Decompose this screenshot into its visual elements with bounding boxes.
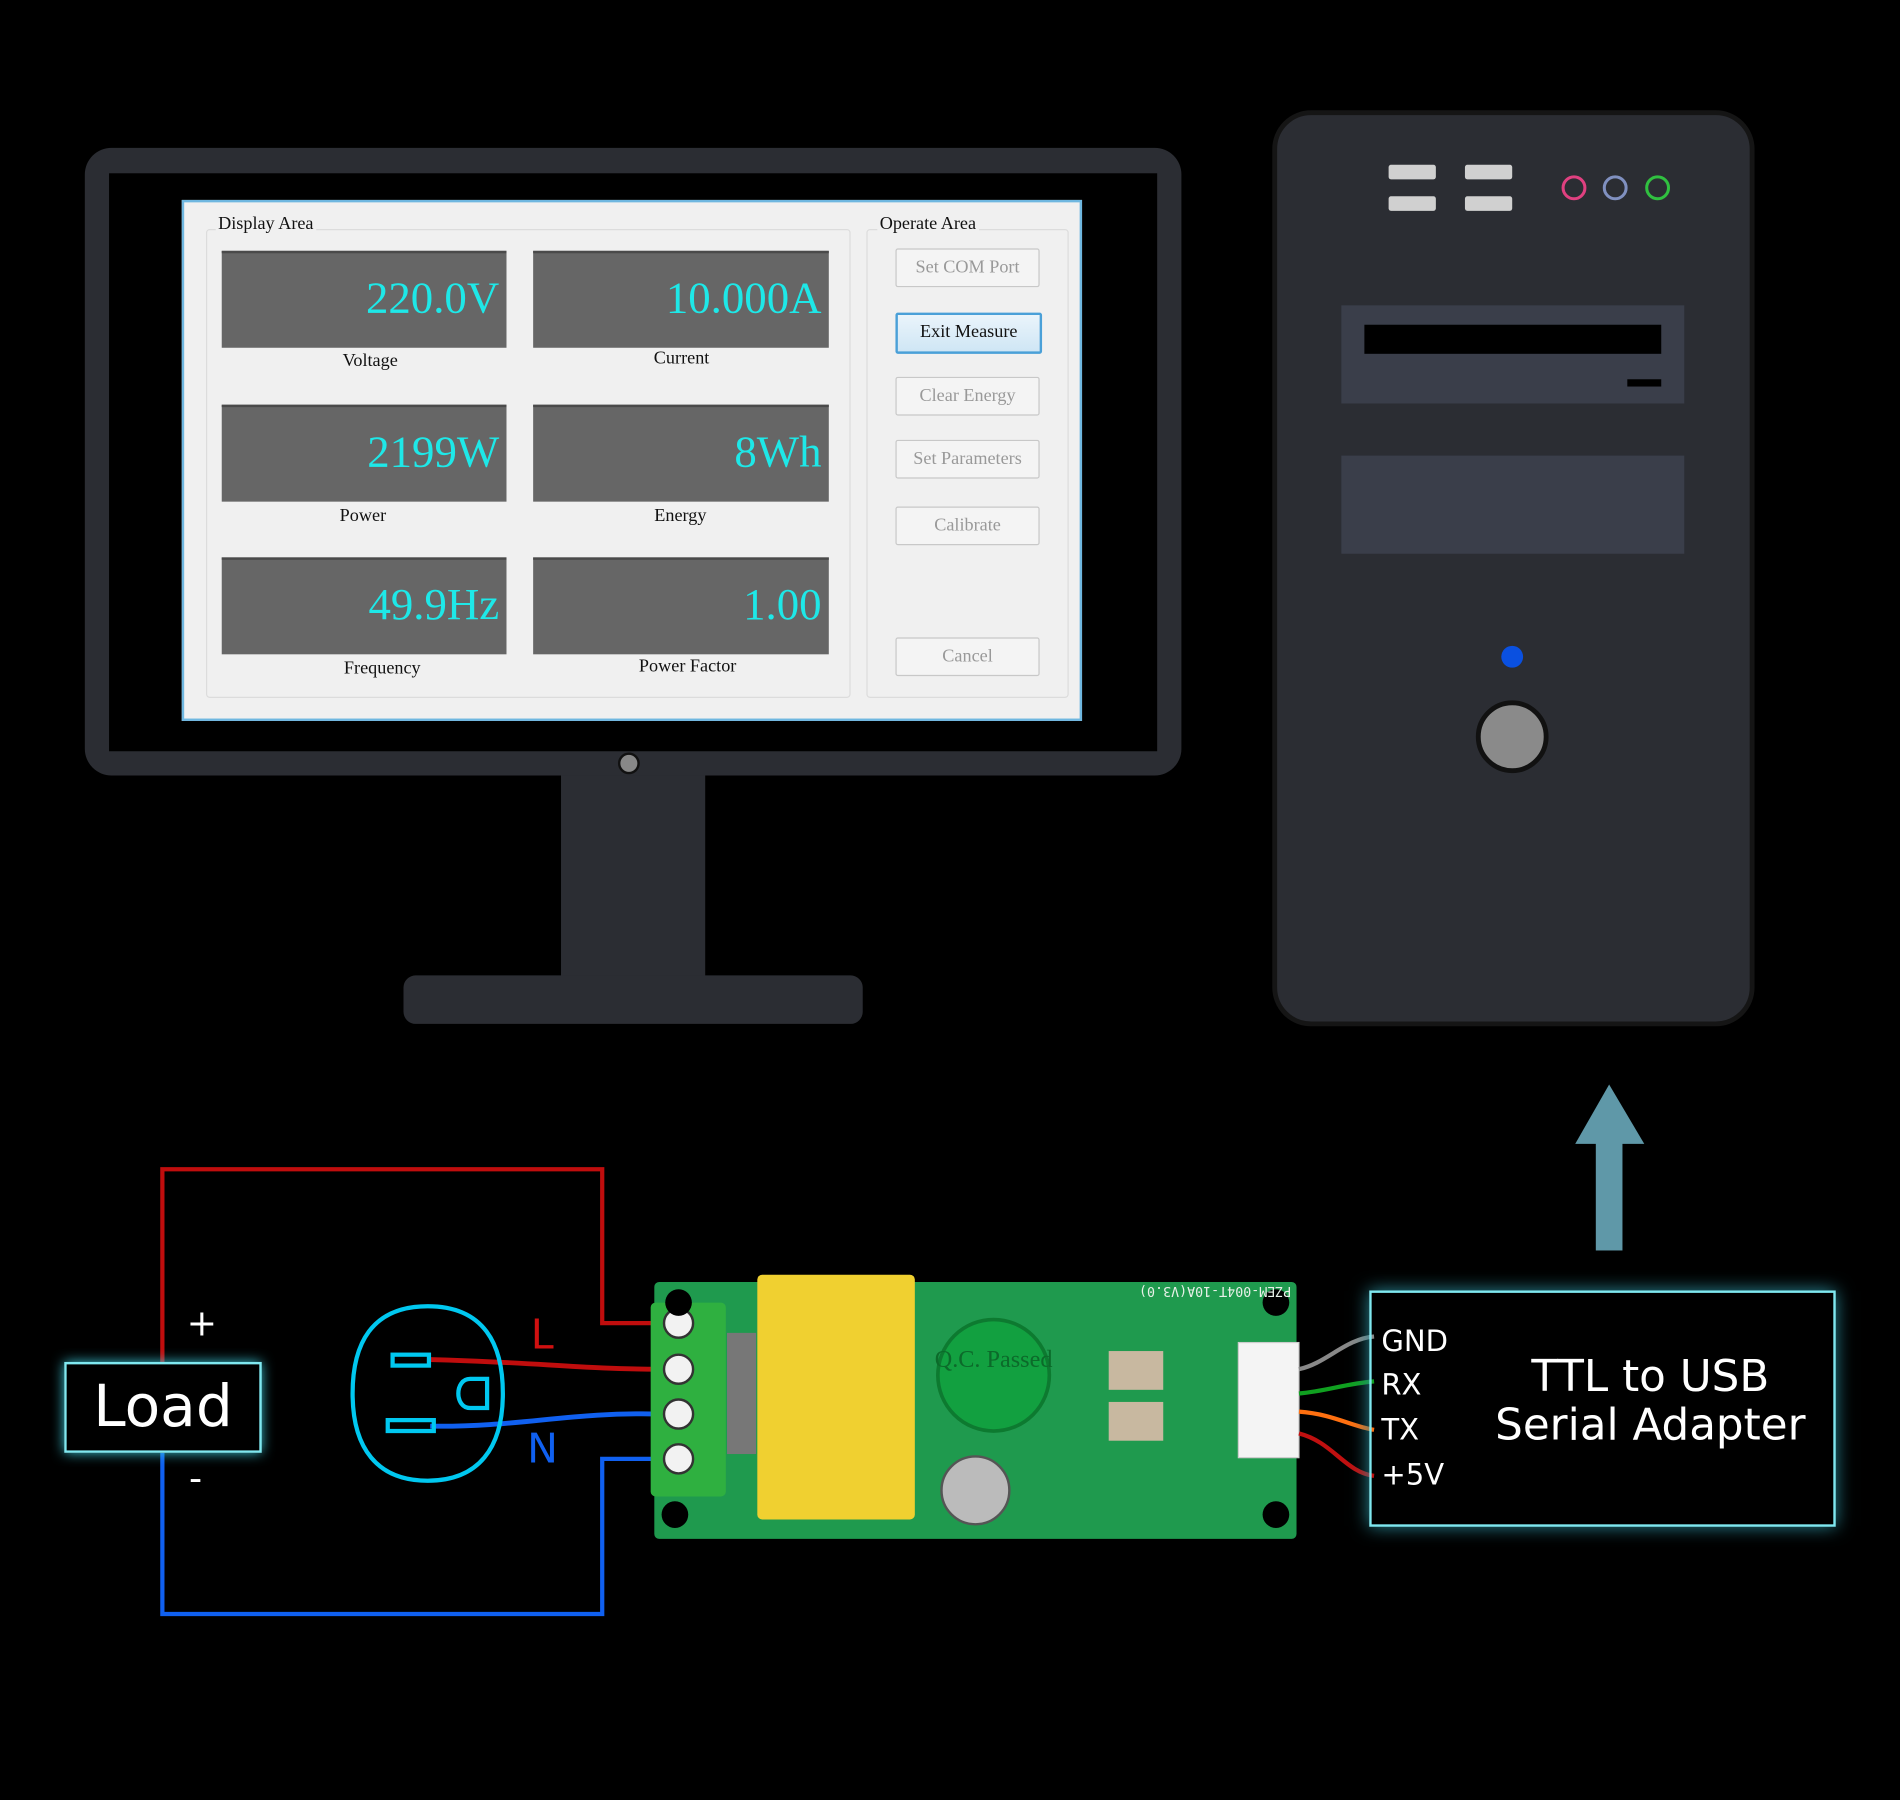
neutral-label: N <box>527 1424 558 1474</box>
adapter-title: TTL to USB Serial Adapter <box>1481 1353 1820 1450</box>
display-area-label: Display Area <box>215 214 316 236</box>
adapter-wires <box>1298 1334 1375 1478</box>
electrolytic-capacitor <box>940 1455 1011 1526</box>
pzem-software-window: Display Area 220.0V Voltage 10.000A Curr… <box>181 199 1083 721</box>
plug-live-wire <box>430 1357 661 1372</box>
adapter-title-line2: Serial Adapter <box>1495 1400 1806 1451</box>
operate-area-label: Operate Area <box>877 214 979 236</box>
pzem-module: Q.C. Passed PZEM-004T-10A(V3.0) <box>650 1274 1300 1539</box>
pc-tower <box>1272 110 1755 1027</box>
ttl-connector <box>1237 1341 1300 1459</box>
ac-outlet-icon <box>350 1304 505 1483</box>
energy-display: 8Wh <box>533 404 829 502</box>
power-value: 2199W <box>367 427 500 478</box>
set-parameters-button[interactable]: Set Parameters <box>895 439 1040 479</box>
exit-measure-button[interactable]: Exit Measure <box>895 312 1043 354</box>
monitor-base <box>403 975 863 1024</box>
power-factor-value: 1.00 <box>743 580 822 631</box>
frequency-label: Frequency <box>343 659 421 679</box>
arrow-up-icon <box>1575 1084 1645 1251</box>
diagram: Q.C. Passed PZEM-004T-10A(V3.0) Display … <box>0 0 1900 1799</box>
frequency-value: 49.9Hz <box>368 580 500 631</box>
load-box: Load <box>64 1361 262 1453</box>
drive-bay <box>1341 455 1685 554</box>
module-marking: PZEM-004T-10A(V3.0) <box>1139 1283 1291 1298</box>
adapter-title-line1: TTL to USB <box>1531 1352 1770 1402</box>
calibrate-button[interactable]: Calibrate <box>895 506 1040 546</box>
pin-5v: +5V <box>1381 1457 1445 1492</box>
drive-bay <box>1341 305 1685 404</box>
clear-energy-button[interactable]: Clear Energy <box>895 376 1040 416</box>
current-display: 10.000A <box>533 250 829 348</box>
voltage-value: 220.0V <box>365 273 500 324</box>
current-value: 10.000A <box>665 273 822 324</box>
power-button-icon <box>1475 700 1549 774</box>
webcam-icon <box>617 752 640 775</box>
power-factor-label: Power Factor <box>638 656 737 677</box>
monitor-stand <box>561 775 706 977</box>
pin-tx: TX <box>1381 1412 1420 1447</box>
neutral-wire <box>160 1452 661 1617</box>
plus-sign: + <box>186 1302 218 1345</box>
power-led-icon <box>1501 645 1524 668</box>
resistor <box>727 1332 757 1455</box>
power-factor-display: 1.00 <box>533 557 829 655</box>
pin-gnd: GND <box>1381 1324 1449 1359</box>
x2-capacitor <box>757 1274 915 1520</box>
set-com-port-button[interactable]: Set COM Port <box>895 248 1040 288</box>
qc-stamp-text: Q.C. Passed <box>935 1346 1053 1373</box>
live-wire <box>160 1167 661 1362</box>
pin-rx: RX <box>1381 1368 1422 1402</box>
qc-stamp <box>936 1317 1052 1433</box>
voltage-label: Voltage <box>342 351 398 371</box>
cancel-button[interactable]: Cancel <box>895 637 1040 677</box>
live-label: L <box>530 1311 554 1360</box>
power-display: 2199W <box>221 404 507 502</box>
energy-value: 8Wh <box>734 427 822 478</box>
voltage-display: 220.0V <box>221 250 507 348</box>
minus-sign: - <box>189 1457 203 1501</box>
energy-label: Energy <box>654 506 707 526</box>
ttl-usb-adapter: GND RX TX +5V TTL to USB Serial Adapter <box>1369 1290 1836 1527</box>
frequency-display: 49.9Hz <box>221 557 507 655</box>
current-label: Current <box>653 348 710 369</box>
power-label: Power <box>339 506 387 526</box>
